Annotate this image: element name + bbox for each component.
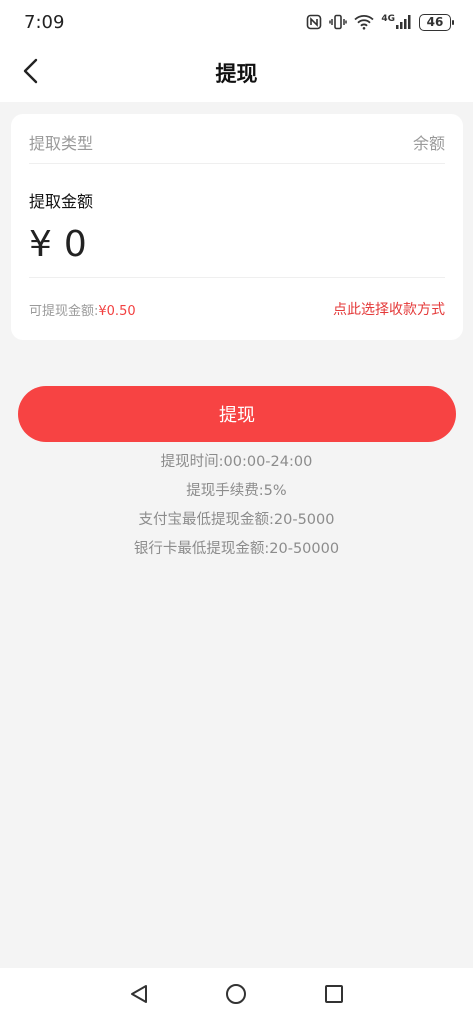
vibrate-icon	[329, 14, 348, 30]
battery-level: 46	[426, 15, 444, 29]
note-item: 支付宝最低提现金额:20-5000	[138, 512, 335, 528]
available-amount: 可提现金额:¥0.50	[29, 300, 136, 319]
battery-icon: 46	[419, 13, 454, 31]
available-row: 可提现金额:¥0.50 点此选择收款方式	[29, 278, 445, 340]
withdraw-notes: 提现时间:00:00-24:00 提现手续费:5% 支付宝最低提现金额:20-5…	[0, 450, 473, 566]
wifi-icon	[354, 14, 374, 30]
withdraw-submit-button[interactable]: 提现	[18, 386, 456, 442]
circle-home-icon	[225, 983, 247, 1009]
note-item: 银行卡最低提现金额:20-50000	[133, 541, 340, 557]
system-nav-bar	[0, 968, 473, 1024]
chevron-left-icon	[22, 58, 40, 88]
status-time: 7:09	[24, 11, 65, 33]
system-home-button[interactable]	[222, 982, 250, 1010]
signal-icon: 4G	[381, 15, 412, 29]
note-item: 提现手续费:5%	[186, 483, 287, 499]
nfc-icon	[306, 14, 322, 30]
square-recents-icon	[324, 984, 344, 1008]
amount-row: ¥	[29, 212, 445, 278]
available-label: 可提现金额:	[29, 303, 99, 319]
available-value: ¥0.50	[98, 303, 136, 319]
nav-bar: 提现	[0, 44, 473, 102]
status-bar: 7:09 4G 46	[0, 0, 473, 44]
network-type: 4G	[381, 14, 395, 24]
triangle-back-icon	[128, 983, 150, 1009]
system-back-button[interactable]	[125, 982, 153, 1010]
note-item: 提现时间:00:00-24:00	[160, 454, 313, 470]
amount-input[interactable]	[63, 224, 364, 265]
status-icons: 4G 46	[306, 13, 454, 31]
currency-symbol: ¥	[29, 224, 52, 265]
amount-label: 提取金额	[29, 192, 94, 211]
page-title: 提现	[215, 62, 258, 86]
back-button[interactable]	[14, 56, 48, 90]
withdraw-type-row[interactable]: 提取类型 余额	[29, 120, 445, 164]
system-recents-button[interactable]	[320, 982, 348, 1010]
withdraw-type-label: 提取类型	[29, 133, 94, 153]
withdraw-form-card: 提取类型 余额 提取金额 ¥ 可提现金额:¥0.50 点此选择收款方式	[11, 114, 463, 340]
select-payment-method-link[interactable]: 点此选择收款方式	[333, 299, 445, 319]
withdraw-type-value: 余额	[412, 133, 445, 153]
